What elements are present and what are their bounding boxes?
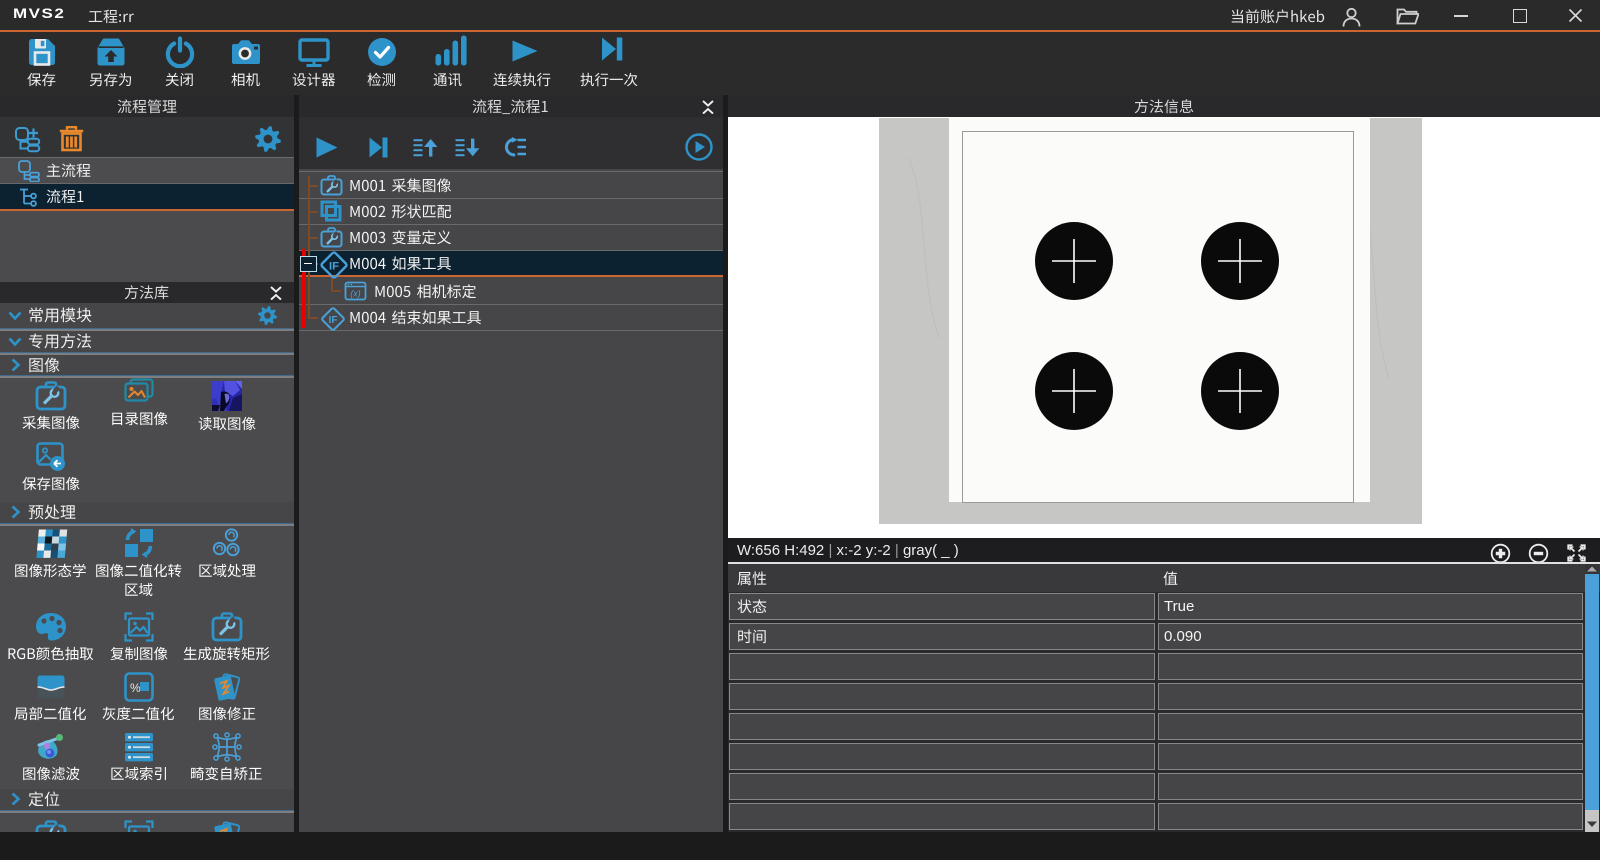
svg-text:%: % <box>130 681 141 695</box>
svg-text:IF: IF <box>329 261 339 273</box>
svg-text:IF: IF <box>329 315 338 326</box>
svg-text:(x): (x) <box>350 289 361 299</box>
